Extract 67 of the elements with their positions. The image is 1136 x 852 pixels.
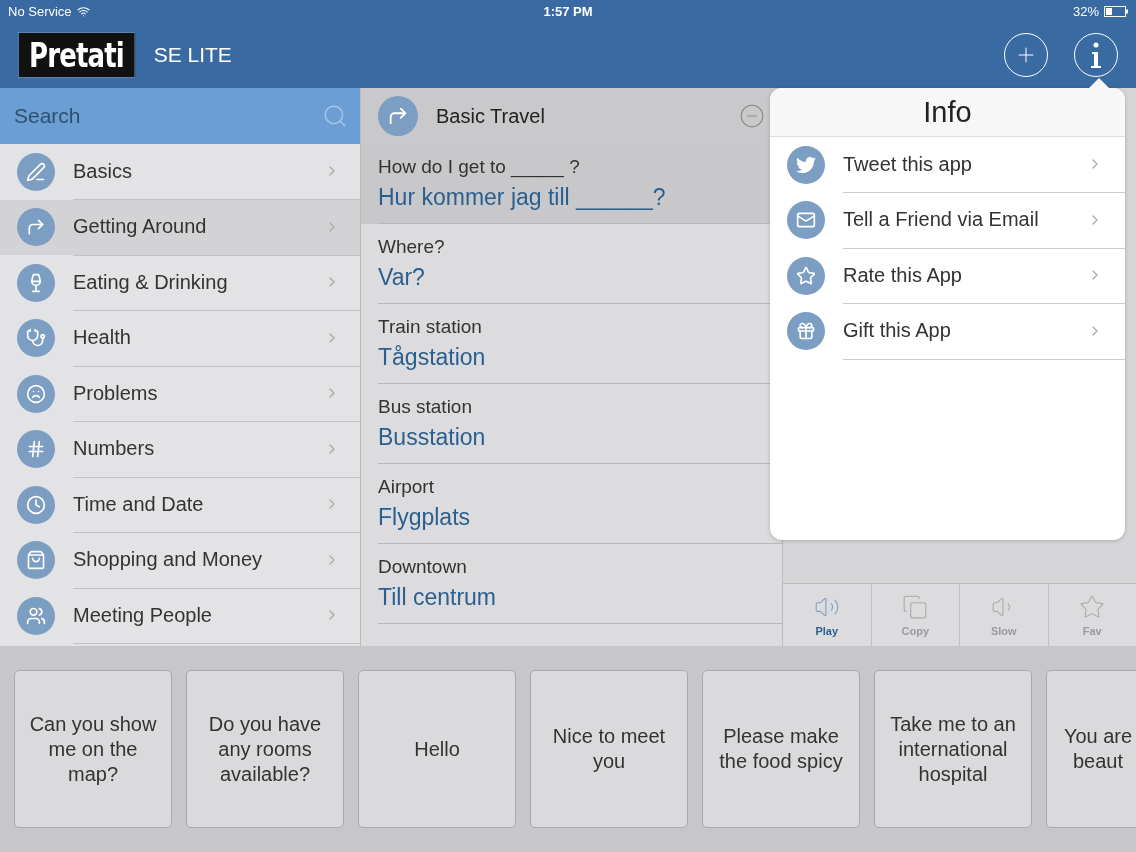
quick-phrase-card[interactable]: Please make the food spicy xyxy=(702,670,860,828)
menu-item-label: Tweet this app xyxy=(843,152,973,176)
glass-icon xyxy=(17,263,55,302)
envelope-icon xyxy=(787,201,825,240)
category-title: Basic Travel xyxy=(436,104,546,128)
category-item[interactable]: Health xyxy=(0,310,360,366)
wifi-icon xyxy=(76,4,90,18)
quick-phrase-card[interactable]: You are beaut xyxy=(1046,670,1136,828)
swedish-translation: Tågstation xyxy=(378,344,487,371)
sad-face-icon xyxy=(17,374,55,413)
swedish-translation: Hur kommer jag till ______? xyxy=(378,184,667,211)
star-icon xyxy=(1079,593,1106,620)
english-phrase: Where? xyxy=(378,236,446,258)
people-icon xyxy=(17,596,55,635)
menu-item-label: Tell a Friend via Email xyxy=(843,208,1040,232)
pen-icon xyxy=(17,152,55,191)
category-item[interactable]: Shopping and Money xyxy=(0,532,360,588)
swedish-translation: Var? xyxy=(378,264,426,291)
swedish-translation: Till centrum xyxy=(378,584,497,611)
english-phrase: Airport xyxy=(378,476,435,498)
search-input[interactable]: Search xyxy=(12,103,322,129)
search-field[interactable]: Search xyxy=(0,88,360,144)
menu-item-label: Gift this App xyxy=(843,319,952,343)
clock-icon xyxy=(17,485,55,524)
category-item[interactable]: Eating & Drinking xyxy=(0,255,360,311)
hash-icon xyxy=(17,430,55,469)
menu-item-label: Rate this App xyxy=(843,263,963,287)
swedish-translation: Busstation xyxy=(378,424,487,451)
english-phrase: Train station xyxy=(378,316,483,338)
category-label: Time and Date xyxy=(73,492,205,516)
stethoscope-icon xyxy=(17,319,55,358)
category-label: Basics xyxy=(73,159,133,183)
quick-phrase-card[interactable]: Nice to meet you xyxy=(530,670,688,828)
english-phrase: Bus station xyxy=(378,396,473,418)
swedish-translation: Flygplats xyxy=(378,504,472,531)
copy-icon xyxy=(902,593,929,620)
category-label: Shopping and Money xyxy=(73,548,264,572)
popover-title: Info xyxy=(923,95,972,129)
category-label: Eating & Drinking xyxy=(73,270,229,294)
quick-phrase-card[interactable]: Take me to an international hospital xyxy=(874,670,1032,828)
clock-time: 1:57 PM xyxy=(543,3,593,19)
category-item[interactable]: Problems xyxy=(0,366,360,422)
edition-label: SE LITE xyxy=(153,43,232,67)
category-item[interactable]: Getting Around xyxy=(0,199,360,255)
category-item[interactable]: Numbers xyxy=(0,421,360,477)
category-item[interactable]: Time and Date xyxy=(0,477,360,533)
carrier-label: No Service xyxy=(8,3,72,19)
battery-icon xyxy=(1104,5,1128,17)
quick-phrase-card[interactable]: Can you show me on the map? xyxy=(14,670,172,828)
category-label: Health xyxy=(73,326,132,350)
quick-phrase-card[interactable]: Hello xyxy=(358,670,516,828)
english-phrase: How do I get to _____ ? xyxy=(378,156,581,178)
battery-percent: 32% xyxy=(1072,3,1099,19)
category-label: Problems xyxy=(73,381,159,405)
category-label: Numbers xyxy=(73,437,156,461)
action-button[interactable]: Play xyxy=(783,584,872,646)
english-phrase: Downtown xyxy=(378,556,468,578)
search-icon xyxy=(322,103,348,129)
bag-icon xyxy=(17,541,55,580)
category-label: Getting Around xyxy=(73,215,208,239)
category-label: Meeting People xyxy=(73,603,213,627)
category-item[interactable]: Meeting People xyxy=(0,588,360,644)
app-logo: Pretati xyxy=(18,32,135,78)
bird-icon xyxy=(787,145,825,184)
gift-icon xyxy=(787,312,825,351)
info-icon xyxy=(1089,41,1103,69)
quick-phrase-card[interactable]: Do you have any rooms available? xyxy=(186,670,344,828)
